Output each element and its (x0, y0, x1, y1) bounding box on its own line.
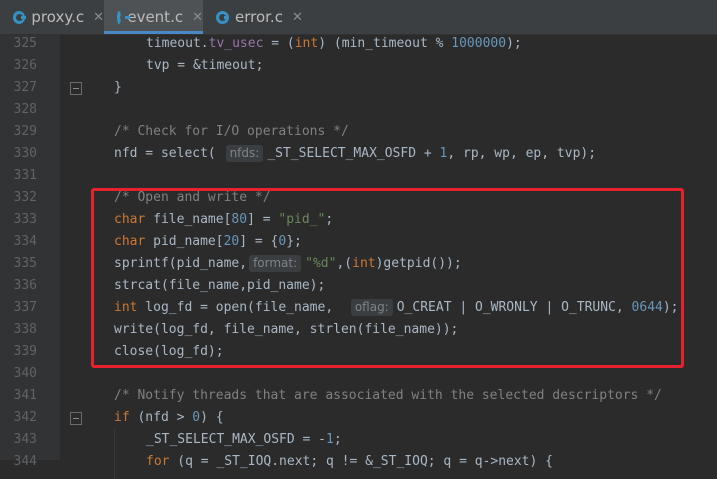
code-token: 1000000 (451, 36, 507, 51)
code-token: ) { (200, 410, 224, 425)
c-file-icon (13, 10, 27, 24)
code-line[interactable]: 342 if (nfd > 0) { (0, 407, 717, 429)
line-number: 342 (13, 410, 37, 425)
line-number: 325 (13, 36, 37, 51)
close-icon[interactable]: ✕ (192, 10, 203, 25)
code-text: for (q = _ST_IOQ.next; q != &_ST_IOQ; q … (146, 451, 553, 473)
indent-guide (114, 429, 115, 479)
code-token: if (114, 410, 130, 425)
code-token: (nfd > (129, 410, 193, 425)
code-line[interactable]: 330 nfd = select( nfds: _ST_SELECT_MAX_OSF… (0, 143, 717, 165)
code-line[interactable]: 329 /* Check for I/O operations */ (0, 121, 717, 143)
code-token: /* Check for I/O operations */ (114, 124, 349, 139)
code-token: timeout. (146, 36, 209, 51)
tab-event-c[interactable]: event.c ✕ (104, 0, 203, 34)
code-token: ) (min_timeout % (318, 36, 452, 51)
line-number: 332 (13, 190, 37, 205)
code-line[interactable]: 326 tvp = &timeout; (0, 55, 717, 77)
line-number: 327 (13, 80, 37, 95)
code-text: tvp = &timeout; (146, 55, 263, 77)
line-number: 328 (13, 102, 37, 117)
code-token: ); (506, 36, 522, 51)
line-number: 343 (13, 432, 37, 447)
code-token: 1 (326, 432, 334, 447)
code-token: , rp, wp, ep, tvp); (447, 146, 597, 161)
code-text: timeout.tv_usec = (int) (min_timeout % 1… (146, 33, 522, 55)
editor-tab-bar: proxy.c ✕ event.c ✕ error.c ✕ (0, 0, 717, 35)
c-file-icon (117, 10, 132, 24)
tab-label: proxy.c (31, 8, 85, 26)
code-token: tvp = &timeout; (146, 58, 264, 73)
line-number: 326 (13, 58, 37, 73)
line-number: 330 (13, 146, 37, 161)
line-number: 335 (13, 256, 37, 271)
tab-proxy-c[interactable]: proxy.c ✕ (0, 0, 104, 34)
line-number: 340 (13, 366, 37, 381)
code-token: } (114, 80, 122, 95)
parameter-hint: nfds: (225, 145, 264, 162)
line-number: 344 (13, 454, 37, 469)
code-token: _ST_SELECT_MAX_OSFD = - (146, 432, 327, 447)
code-line[interactable]: 344 for (q = _ST_IOQ.next; q != &_ST_IOQ;… (0, 451, 717, 473)
code-line[interactable]: 331 (0, 165, 717, 187)
line-number: 339 (13, 344, 37, 359)
code-token: (q = _ST_IOQ.next; q != &_ST_IOQ; q = q-… (169, 454, 553, 469)
tab-label: error.c (235, 8, 283, 26)
code-line[interactable]: 341 /* Notify threads that are associated… (0, 385, 717, 407)
fold-toggle-icon[interactable] (70, 82, 82, 95)
code-token: 0 (192, 410, 201, 425)
line-number: 329 (13, 124, 37, 139)
code-text: } (114, 77, 122, 99)
code-token: for (146, 454, 170, 469)
code-token: int (294, 36, 319, 51)
c-file-icon (216, 10, 229, 24)
code-line[interactable]: 328 (0, 99, 717, 121)
tab-error-c[interactable]: error.c ✕ (203, 0, 303, 34)
code-token: /* Notify threads that are associated wi… (114, 388, 662, 403)
code-text: /* Notify threads that are associated wi… (114, 385, 662, 407)
code-token: = ( (263, 36, 295, 51)
fold-toggle-icon[interactable] (70, 412, 82, 425)
code-token: nfd = select( (114, 146, 224, 161)
code-text: if (nfd > 0) { (114, 407, 224, 429)
code-line[interactable]: 327} (0, 77, 717, 99)
line-number: 331 (13, 168, 37, 183)
line-number: 333 (13, 212, 37, 227)
code-line[interactable]: 325 timeout.tv_usec = (int) (min_timeout … (0, 33, 717, 55)
close-icon[interactable]: ✕ (292, 10, 303, 25)
code-text: /* Check for I/O operations */ (114, 121, 349, 143)
line-number: 334 (13, 234, 37, 249)
code-token: tv_usec (208, 36, 264, 51)
tab-label: event.c (127, 8, 184, 26)
code-line[interactable]: 343 _ST_SELECT_MAX_OSFD = -1; (0, 429, 717, 451)
line-number: 341 (13, 388, 37, 403)
close-icon[interactable]: ✕ (93, 10, 104, 25)
code-text: nfd = select( nfds: _ST_SELECT_MAX_OSFD +… (114, 143, 596, 165)
highlight-annotation-box (91, 188, 684, 368)
line-number: 336 (13, 278, 37, 293)
code-token: _ST_SELECT_MAX_OSFD + (267, 146, 440, 161)
code-text: _ST_SELECT_MAX_OSFD = -1; (146, 429, 342, 451)
line-number: 337 (13, 300, 37, 315)
line-number: 338 (13, 322, 37, 337)
code-token: ; (333, 432, 342, 447)
